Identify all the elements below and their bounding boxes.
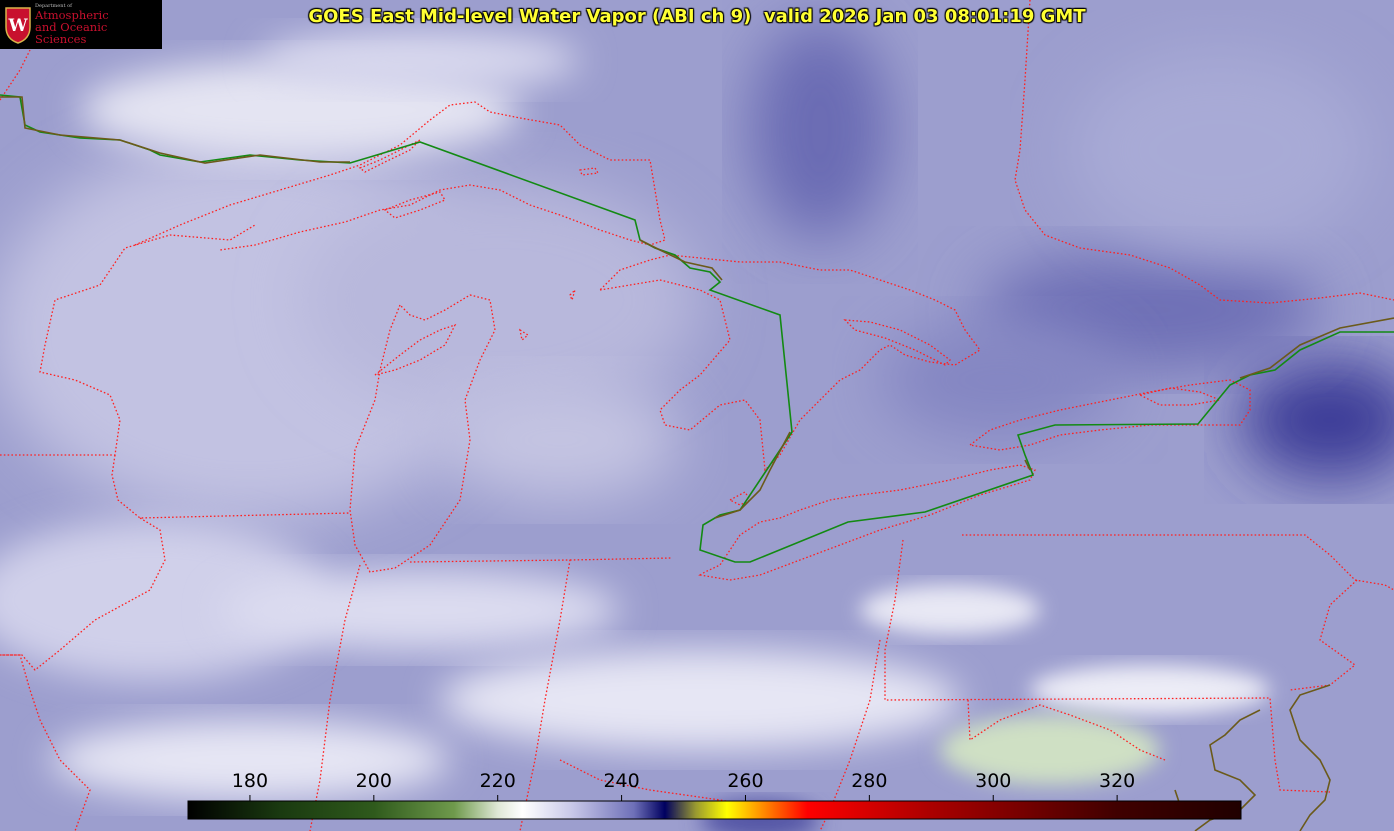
colorbar-tick-label: 260: [727, 770, 764, 792]
colorbar-tick-label: 320: [1098, 770, 1136, 792]
colorbar-tick-label: 180: [231, 770, 269, 792]
colorbar-tick-label: 220: [479, 770, 516, 792]
colorbar-tick-label: 240: [603, 770, 640, 792]
map-view: W Department of Atmospheric and Oceanic …: [0, 0, 1394, 831]
colorbar-tick-label: 200: [355, 770, 392, 792]
colorbar-gradient: [187, 800, 1242, 820]
colorbar-tick-label: 300: [975, 770, 1012, 792]
colorbar-tick-label: 280: [851, 770, 888, 792]
water-vapor-map: [0, 0, 1394, 831]
map-title: GOES East Mid-level Water Vapor (ABI ch …: [308, 6, 1086, 27]
